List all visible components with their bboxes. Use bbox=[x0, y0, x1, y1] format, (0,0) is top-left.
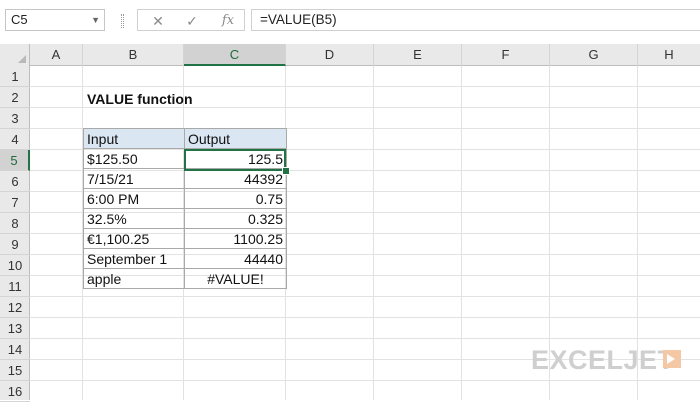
output-cell[interactable]: 1100.25 bbox=[184, 228, 287, 249]
row-header-12[interactable]: 12 bbox=[0, 297, 30, 318]
fill-handle[interactable] bbox=[282, 167, 290, 175]
table-row: 7/15/21 44392 bbox=[83, 168, 287, 189]
cancel-icon[interactable]: ✕ bbox=[148, 12, 168, 30]
output-cell[interactable]: 0.325 bbox=[184, 208, 287, 229]
table-row: $125.50 125.5 bbox=[83, 148, 287, 169]
table-row: apple #VALUE! bbox=[83, 268, 287, 289]
input-cell[interactable]: 6:00 PM bbox=[83, 188, 185, 209]
logo-arrow-icon bbox=[663, 350, 681, 368]
table-row: September 1 44440 bbox=[83, 248, 287, 269]
table-row: €1,100.25 1100.25 bbox=[83, 228, 287, 249]
header-input[interactable]: Input bbox=[83, 128, 185, 149]
row-header-11[interactable]: 11 bbox=[0, 276, 30, 297]
column-header-g[interactable]: G bbox=[550, 44, 638, 66]
output-cell[interactable]: 125.5 bbox=[184, 148, 287, 169]
sheet-title: VALUE function bbox=[87, 91, 193, 107]
row-header-8[interactable]: 8 bbox=[0, 213, 30, 234]
output-cell[interactable]: 0.75 bbox=[184, 188, 287, 209]
column-header-c[interactable]: C bbox=[184, 44, 286, 66]
enter-icon[interactable]: ✓ bbox=[182, 12, 202, 30]
table-row: 32.5% 0.325 bbox=[83, 208, 287, 229]
output-cell[interactable]: 44440 bbox=[184, 248, 287, 269]
formula-buttons: ✕ ✓ fx bbox=[137, 9, 245, 31]
data-table: Input Output $125.50 125.5 7/15/21 44392… bbox=[83, 128, 287, 289]
column-header-f[interactable]: F bbox=[462, 44, 550, 66]
row-header-1[interactable]: 1 bbox=[0, 66, 30, 87]
insert-function-icon[interactable]: fx bbox=[218, 12, 238, 30]
row-header-16[interactable]: 16 bbox=[0, 381, 30, 402]
column-headers: A B C D E F G H bbox=[0, 44, 700, 66]
column-header-e[interactable]: E bbox=[374, 44, 462, 66]
formula-input[interactable]: =VALUE(B5) bbox=[251, 9, 700, 31]
row-header-7[interactable]: 7 bbox=[0, 192, 30, 213]
name-box[interactable]: C5 ▼ bbox=[5, 9, 105, 31]
row-header-5[interactable]: 5 bbox=[0, 150, 30, 171]
select-all-button[interactable] bbox=[0, 44, 30, 66]
column-header-h[interactable]: H bbox=[638, 44, 700, 66]
row-header-9[interactable]: 9 bbox=[0, 234, 30, 255]
row-headers: 1 2 3 4 5 6 7 8 9 10 11 12 13 14 15 16 bbox=[0, 66, 30, 402]
table-header-row: Input Output bbox=[83, 128, 287, 149]
table-row: 6:00 PM 0.75 bbox=[83, 188, 287, 209]
input-cell[interactable]: apple bbox=[83, 268, 185, 289]
input-cell[interactable]: September 1 bbox=[83, 248, 185, 269]
row-header-4[interactable]: 4 bbox=[0, 129, 30, 150]
formula-bar: C5 ▼ ✕ ✓ fx =VALUE(B5) bbox=[0, 0, 700, 44]
row-header-10[interactable]: 10 bbox=[0, 255, 30, 276]
exceljet-logo: EXCELJET bbox=[531, 345, 675, 375]
input-cell[interactable]: 7/15/21 bbox=[83, 168, 185, 189]
row-header-3[interactable]: 3 bbox=[0, 108, 30, 129]
row-header-13[interactable]: 13 bbox=[0, 318, 30, 339]
row-header-2[interactable]: 2 bbox=[0, 87, 30, 108]
name-box-value: C5 bbox=[11, 12, 28, 27]
row-header-15[interactable]: 15 bbox=[0, 360, 30, 381]
input-cell[interactable]: $125.50 bbox=[83, 148, 185, 169]
row-header-6[interactable]: 6 bbox=[0, 171, 30, 192]
column-header-a[interactable]: A bbox=[30, 44, 83, 66]
row-header-14[interactable]: 14 bbox=[0, 339, 30, 360]
chevron-down-icon[interactable]: ▼ bbox=[91, 10, 100, 30]
output-cell[interactable]: 44392 bbox=[184, 168, 287, 189]
column-header-b[interactable]: B bbox=[83, 44, 184, 66]
output-cell[interactable]: #VALUE! bbox=[184, 268, 287, 289]
input-cell[interactable]: €1,100.25 bbox=[83, 228, 185, 249]
formula-bar-grip[interactable] bbox=[121, 14, 124, 28]
column-header-d[interactable]: D bbox=[286, 44, 374, 66]
input-cell[interactable]: 32.5% bbox=[83, 208, 185, 229]
header-output[interactable]: Output bbox=[184, 128, 287, 149]
